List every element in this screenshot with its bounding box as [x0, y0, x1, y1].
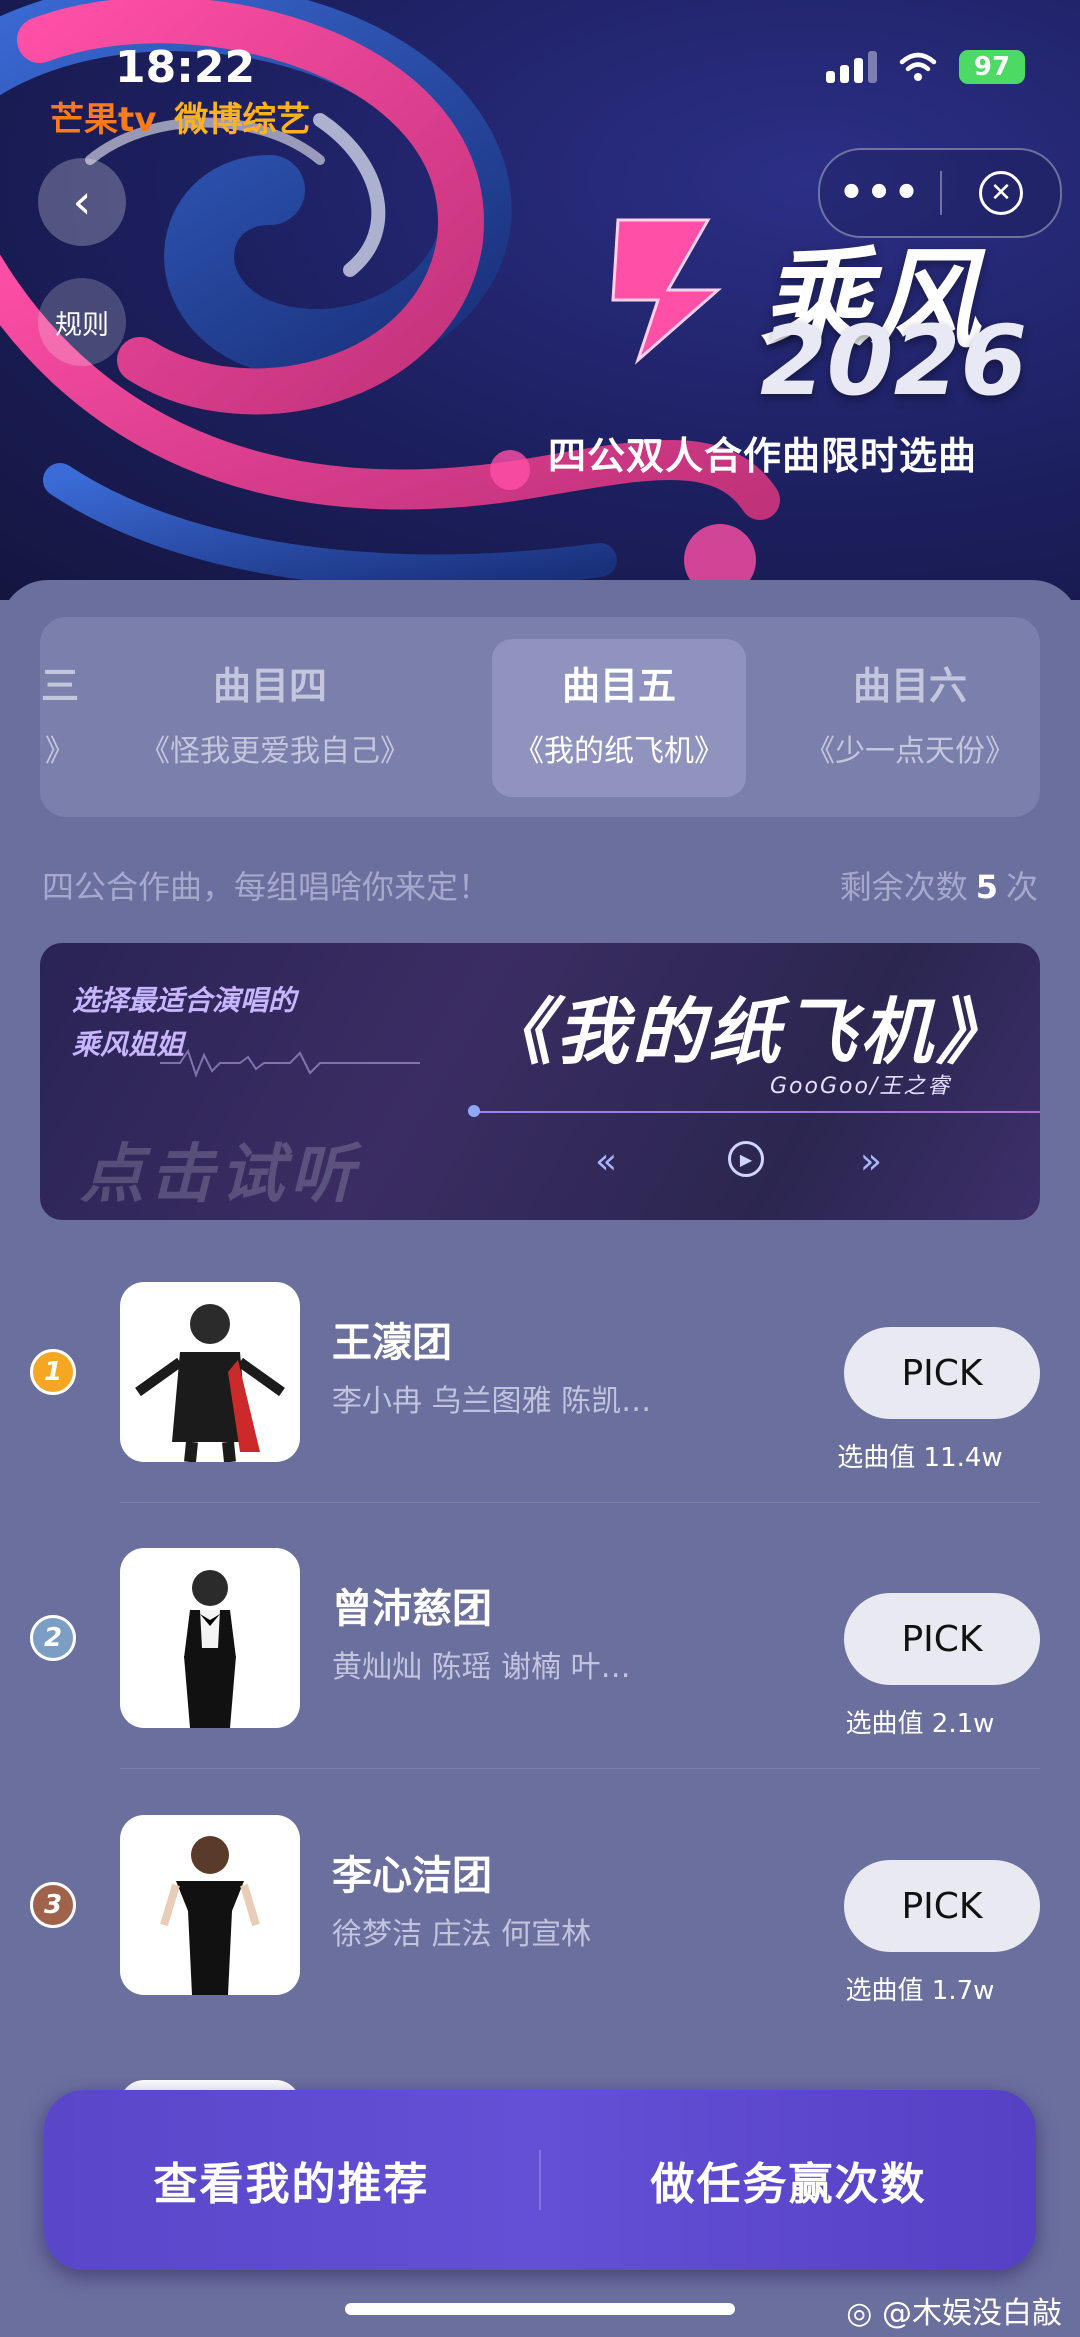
pick-score: 选曲值 1.7w — [845, 1976, 995, 2006]
back-button[interactable]: ‹ — [38, 158, 126, 246]
progress-line — [470, 1111, 1040, 1113]
tab-song-4[interactable]: 曲目四 《怪我更爱我自己》 — [140, 639, 410, 797]
song-tabs: 三 》 曲目四 《怪我更爱我自己》 曲目五 《我的纸飞机》 曲目六 《少一点天份… — [40, 617, 1040, 817]
home-indicator — [345, 2303, 735, 2315]
team-members: 李小冉 乌兰图雅 陈凯… — [332, 1384, 652, 1419]
intro-text: 四公合作曲，每组唱啥你来定！ — [42, 868, 491, 906]
tab-song: 《怪我更爱我自己》 — [140, 734, 410, 769]
team-row: 2 曾沛慈团 黄灿灿 陈瑶 谢楠 叶… PICK 选曲值 2.1w — [0, 1548, 1080, 1739]
tab-song: 《我的纸飞机》 — [514, 734, 724, 769]
team-row: 1 王濛团 李小冉 乌兰图雅 陈凯… PICK 选曲值 11.4w — [0, 1282, 1080, 1473]
tab-title: 曲目五 — [561, 664, 676, 708]
rank-badge: 3 — [30, 1882, 76, 1928]
pick-button[interactable]: PICK — [844, 1327, 1040, 1419]
tab-song: 》 — [45, 734, 75, 769]
status-time: 18:22 — [115, 42, 256, 93]
banner-line1: 选择最适合演唱的 — [72, 984, 297, 1017]
pick-score: 选曲值 2.1w — [845, 1709, 995, 1739]
team-name: 李心洁团 — [332, 1853, 492, 1899]
bottom-action-bar: 查看我的推荐 做任务赢次数 — [44, 2090, 1036, 2270]
remaining-number: 5 — [975, 868, 998, 906]
team-name: 曾沛慈团 — [332, 1586, 492, 1632]
weibo-variety-logo: 微博综艺 — [174, 100, 311, 140]
watermark: ◎ @木娱没白敲 — [846, 2288, 1062, 2332]
chevron-left-icon: ‹ — [72, 174, 92, 230]
banner-song-title: 《我的纸飞机》 — [480, 990, 1013, 1074]
signal-icon — [826, 51, 877, 83]
banner-artist: GooGoo/王之睿 — [770, 1074, 952, 1099]
weibo-icon: ◎ — [846, 2296, 873, 2331]
tab-title: 曲目四 — [212, 664, 327, 708]
listen-prompt: 点击试听 — [80, 1138, 360, 1212]
row-divider — [120, 1768, 1040, 1769]
pick-button[interactable]: PICK — [844, 1860, 1040, 1952]
show-logo-icon — [611, 218, 722, 365]
play-icon[interactable]: ▶ — [728, 1141, 764, 1177]
tab-song: 《少一点天份》 — [805, 734, 1015, 769]
watermark-text: @木娱没白敲 — [882, 2296, 1062, 2331]
team-members: 徐梦洁 庄法 何宣林 — [332, 1917, 592, 1952]
sponsor-logos: 芒果tv 微博综艺 — [50, 92, 310, 141]
brand-year: 2026 — [760, 305, 1028, 417]
tab-song-3[interactable]: 三 》 — [40, 639, 100, 797]
team-members: 黄灿灿 陈瑶 谢楠 叶… — [332, 1650, 631, 1685]
rank-badge: 2 — [30, 1615, 76, 1661]
previous-icon[interactable]: « — [595, 1141, 617, 1182]
tab-title: 曲目六 — [852, 664, 967, 708]
row-divider — [120, 1502, 1040, 1503]
avatar — [120, 1815, 300, 1995]
close-button[interactable]: ✕ — [942, 171, 1060, 215]
next-icon[interactable]: » — [860, 1141, 882, 1182]
remaining-count: 剩余次数 5 次 — [840, 862, 1038, 908]
waveform-icon — [160, 1048, 420, 1078]
progress-dot — [468, 1105, 480, 1117]
tab-song-5[interactable]: 曲目五 《我的纸飞机》 — [492, 639, 746, 797]
close-circle-icon: ✕ — [979, 171, 1023, 215]
tab-title: 三 — [40, 664, 79, 708]
avatar — [120, 1548, 300, 1728]
team-row: 3 李心洁团 徐梦洁 庄法 何宣林 PICK 选曲值 1.7w — [0, 1815, 1080, 2006]
tab-song-6[interactable]: 曲目六 《少一点天份》 — [780, 639, 1040, 797]
battery-indicator: 97 — [959, 50, 1025, 84]
remaining-unit: 次 — [1005, 868, 1038, 906]
hero-subtitle: 四公双人合作曲限时选曲 — [548, 434, 978, 478]
song-preview-banner[interactable]: 点击试听 选择最适合演唱的 乘风姐姐 《我的纸飞机》 GooGoo/王之睿 « … — [40, 943, 1040, 1220]
my-recommendations-button[interactable]: 查看我的推荐 — [44, 2148, 539, 2212]
status-icons: 97 — [826, 50, 1025, 84]
pick-button[interactable]: PICK — [844, 1593, 1040, 1685]
earn-chances-button[interactable]: 做任务赢次数 — [541, 2148, 1036, 2212]
rules-button[interactable]: 规则 — [38, 278, 126, 366]
team-name: 王濛团 — [332, 1320, 452, 1366]
pick-score: 选曲值 11.4w — [837, 1443, 1003, 1473]
avatar — [120, 1282, 300, 1462]
wifi-icon — [899, 52, 937, 81]
rank-badge: 1 — [30, 1349, 76, 1395]
mango-tv-logo: 芒果tv — [50, 100, 157, 140]
remaining-label: 剩余次数 — [839, 868, 968, 906]
